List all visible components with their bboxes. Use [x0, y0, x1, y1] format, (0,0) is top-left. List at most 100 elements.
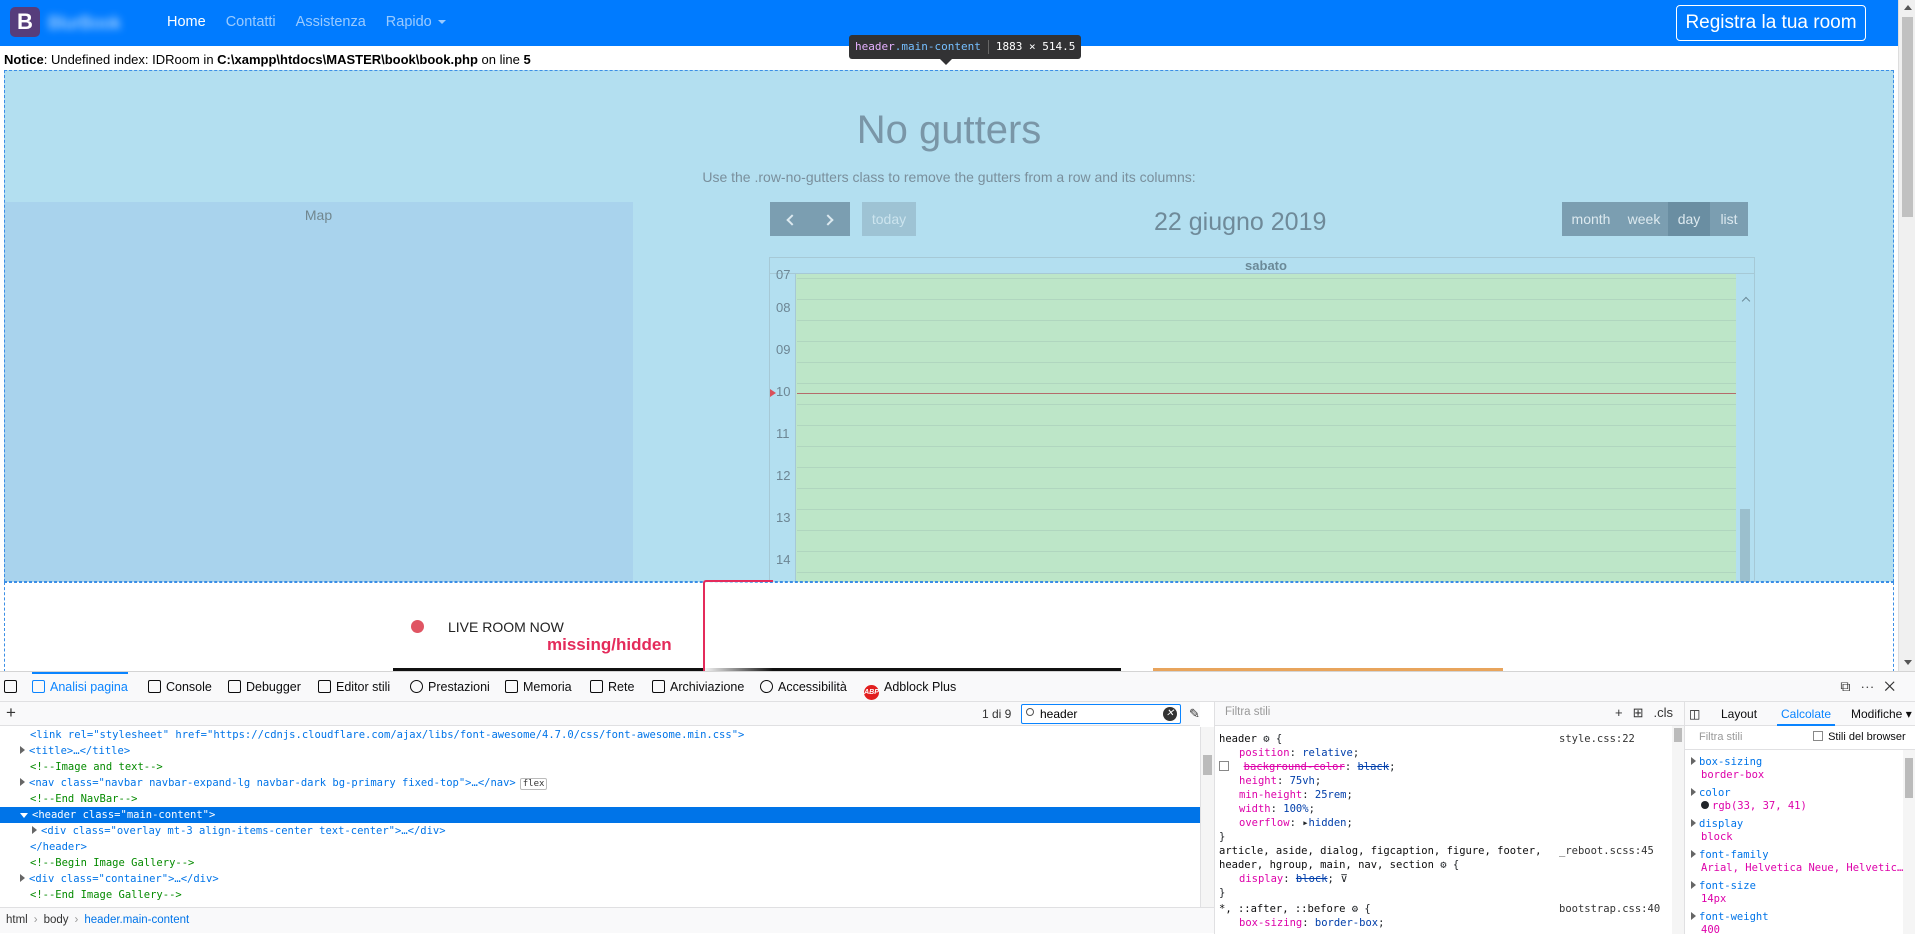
property-name[interactable]: min-height — [1239, 789, 1302, 801]
rule-declaration[interactable]: width: 100%; — [1219, 802, 1315, 816]
gear-icon[interactable]: ⚙ — [1352, 903, 1358, 915]
add-node-icon[interactable]: + — [6, 703, 16, 723]
brand-name[interactable]: BlurBook — [48, 13, 121, 34]
property-value[interactable]: hidden — [1309, 817, 1347, 829]
computed-property[interactable]: color rgb(33, 37, 41) — [1691, 787, 1807, 813]
collapse-icon[interactable] — [20, 813, 28, 818]
scroll-down-icon[interactable] — [1904, 660, 1912, 665]
markup-node[interactable]: <nav class="navbar navbar-expand-lg navb… — [0, 775, 1200, 791]
add-rule-icon[interactable]: + — [1615, 705, 1623, 720]
dock-icon[interactable]: ⧉ — [1840, 678, 1860, 694]
calendar-scrollbar[interactable] — [1736, 274, 1754, 582]
computed-property[interactable]: font-family Arial, Helvetica Neue, Helvet… — [1691, 849, 1903, 875]
rule-selector[interactable]: *, ::after, ::before ⚙ {bootstrap.css:40 — [1219, 902, 1660, 916]
rule-selector[interactable]: header, hgroup, main, nav, section ⚙ { — [1219, 858, 1459, 872]
nav-link-home[interactable]: Home — [167, 14, 206, 30]
close-icon[interactable]: ✕ — [1884, 678, 1905, 694]
markup-node[interactable]: <div class="overlay mt-3 align-items-cen… — [0, 823, 1200, 839]
toggle-sidebar-icon[interactable]: ◫ — [1689, 702, 1700, 726]
rule-declaration[interactable]: overflow: ▸hidden; — [1219, 816, 1353, 830]
markup-node[interactable]: <link rel="stylesheet" href="https://cdn… — [0, 727, 1200, 743]
calendar-scroll-thumb[interactable] — [1740, 509, 1750, 582]
tab-adblock-plus[interactable]: ABP Adblock Plus — [864, 672, 956, 702]
property-name[interactable]: box-sizing — [1239, 917, 1302, 929]
next-button[interactable] — [810, 202, 850, 236]
view-month-button[interactable]: month — [1562, 202, 1620, 236]
rule-declaration[interactable]: box-sizing: border-box; — [1219, 916, 1384, 930]
tab-computed[interactable]: Calcolate — [1776, 702, 1836, 726]
expand-icon[interactable] — [1691, 788, 1696, 796]
today-button[interactable]: today — [862, 202, 916, 236]
register-room-button[interactable]: Registra la tua room — [1676, 5, 1866, 41]
flex-badge[interactable]: flex — [519, 778, 548, 790]
browser-styles-toggle[interactable]: Stili del browser — [1813, 731, 1906, 743]
property-value[interactable]: border-box — [1315, 917, 1378, 929]
nav-link-contatti[interactable]: Contatti — [226, 14, 276, 30]
rules-filter-input[interactable]: Filtra stili — [1225, 706, 1270, 718]
tab-network[interactable]: Rete — [590, 672, 634, 702]
property-name[interactable]: height — [1239, 775, 1277, 787]
prev-button[interactable] — [770, 202, 810, 236]
rule-source-link[interactable]: _reboot.scss:45 — [1559, 844, 1654, 858]
rules-scrollbar[interactable] — [1672, 726, 1684, 934]
brand-logo[interactable]: B — [10, 7, 40, 37]
gear-icon[interactable]: ⚙ — [1440, 859, 1446, 871]
tab-style-editor[interactable]: Editor stili — [318, 672, 390, 702]
markup-node[interactable]: <!--End NavBar--> — [0, 791, 1200, 807]
time-slots[interactable] — [797, 275, 1737, 582]
markup-view[interactable]: <link rel="stylesheet" href="https://cdn… — [0, 727, 1200, 907]
rule-source-link[interactable]: style.css:22 — [1559, 732, 1635, 746]
expand-icon[interactable] — [1691, 850, 1696, 858]
breadcrumb-item[interactable]: body — [44, 914, 69, 926]
declaration-checkbox[interactable] — [1219, 761, 1229, 771]
nav-link-assistenza[interactable]: Assistenza — [296, 14, 366, 30]
markup-node[interactable]: <!--Begin Image Gallery--> — [0, 855, 1200, 871]
gear-icon[interactable]: ⚙ — [1263, 733, 1269, 745]
computed-filter-input[interactable]: Filtra stili — [1699, 731, 1742, 743]
tab-performance[interactable]: Prestazioni — [410, 672, 490, 702]
property-value[interactable]: black — [1357, 761, 1389, 773]
rule-declaration[interactable]: min-height: 25rem; — [1219, 788, 1353, 802]
nav-dropdown-rapido[interactable]: Rapido — [386, 14, 446, 30]
clear-search-icon[interactable]: ✕ — [1163, 707, 1177, 721]
scroll-up-icon[interactable] — [1741, 296, 1751, 306]
color-swatch-icon[interactable] — [1701, 801, 1709, 809]
markup-node[interactable]: <div class="container">…</div> — [0, 871, 1200, 887]
tab-memory[interactable]: Memoria — [505, 672, 572, 702]
property-value[interactable]: 25rem — [1315, 789, 1347, 801]
computed-property[interactable]: font-size 14px — [1691, 880, 1756, 906]
expand-icon[interactable] — [20, 746, 25, 754]
element-picker-icon[interactable] — [4, 672, 22, 702]
rule-declaration[interactable]: height: 75vh; — [1219, 774, 1321, 788]
tab-debugger[interactable]: Debugger — [228, 672, 301, 702]
calendar-day-grid[interactable]: sabato 07 08 09 10 11 12 13 14 — [769, 257, 1755, 582]
browser-styles-checkbox[interactable] — [1813, 731, 1823, 741]
markup-node[interactable]: </header> — [0, 839, 1200, 855]
expand-icon[interactable] — [1691, 819, 1696, 827]
breadcrumb-item-current[interactable]: header.main-content — [84, 914, 189, 926]
markup-node-selected[interactable]: <header class="main-content"> — [0, 807, 1200, 823]
map-panel[interactable]: Map — [4, 202, 633, 582]
property-name[interactable]: position — [1239, 747, 1290, 759]
eyedropper-icon[interactable]: ✎ — [1189, 706, 1200, 722]
expand-icon[interactable] — [20, 874, 25, 882]
pseudo-class-icon[interactable]: ⊞ — [1633, 705, 1644, 720]
expand-icon[interactable] — [20, 778, 25, 786]
computed-property[interactable]: display block — [1691, 818, 1743, 844]
html-search-input[interactable]: header ✕ — [1021, 704, 1181, 724]
rule-declaration-disabled[interactable]: background-color: black; — [1219, 760, 1395, 774]
property-name[interactable]: width — [1239, 803, 1271, 815]
property-value[interactable]: 75vh — [1290, 775, 1315, 787]
computed-property[interactable]: font-weight 400 — [1691, 911, 1769, 934]
scroll-up-icon[interactable] — [1904, 5, 1912, 10]
tab-changes[interactable]: Modifiche ▾ — [1851, 702, 1912, 726]
view-list-button[interactable]: list — [1710, 202, 1748, 236]
tab-layout[interactable]: Layout — [1721, 702, 1757, 726]
rule-source-link[interactable]: bootstrap.css:40 — [1559, 902, 1660, 916]
property-value[interactable]: relative — [1302, 747, 1353, 759]
filter-icon[interactable]: ⊽ — [1340, 873, 1348, 885]
markup-node[interactable]: <title>…</title> — [0, 743, 1200, 759]
page-scroll-thumb[interactable] — [1902, 17, 1913, 217]
rule-declaration-overridden[interactable]: display: block; ⊽ — [1219, 872, 1348, 886]
markup-scroll-thumb[interactable] — [1203, 755, 1212, 775]
